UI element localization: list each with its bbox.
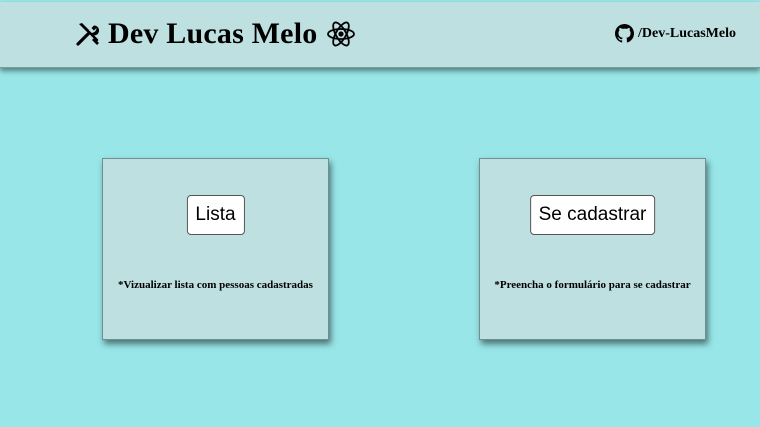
react-atom-icon [327,21,356,47]
list-description: *Vizualizar lista com pessoas cadastrada… [118,279,313,291]
register-card: Se cadastrar *Preencha o formulário para… [479,158,706,340]
tools-icon [76,23,100,46]
list-card: Lista *Vizualizar lista com pessoas cada… [102,158,329,340]
github-icon [615,24,635,43]
header: Dev Lucas Melo /Dev-LucasMelo [0,2,760,68]
register-description: *Preencha o formulário para se cadastrar [494,279,691,291]
site-title: Dev Lucas Melo [108,17,318,50]
github-label: /Dev-LucasMelo [638,25,736,41]
brand: Dev Lucas Melo [74,15,356,53]
register-button[interactable]: Se cadastrar [529,195,656,235]
github-link[interactable]: /Dev-LucasMelo [615,24,736,43]
list-button[interactable]: Lista [186,195,245,235]
